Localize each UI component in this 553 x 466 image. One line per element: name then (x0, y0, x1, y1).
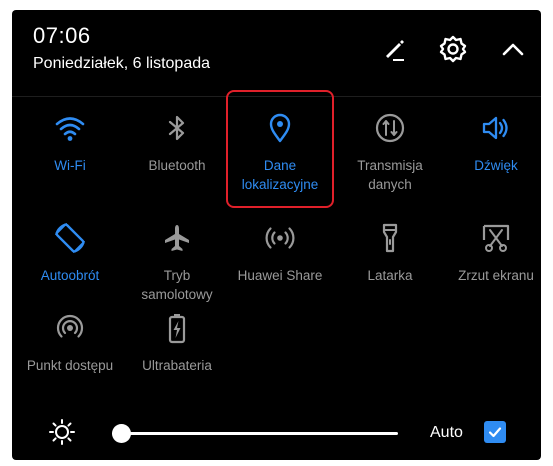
tile-airplane[interactable]: Tryb samolotowy (127, 220, 227, 304)
tile-ultra-battery-label: Ultrabateria (142, 358, 212, 373)
auto-brightness-label: Auto (430, 424, 463, 441)
date-text: Poniedziałek, 6 listopada (33, 55, 211, 72)
tile-mobile-data[interactable]: Transmisja danych (340, 110, 440, 194)
tile-airplane-label: Tryb samolotowy (141, 268, 213, 302)
wifi-icon (20, 110, 120, 146)
tile-autorotate-label: Autoobrót (40, 268, 100, 283)
clock-time: 07:06 (33, 23, 91, 48)
mobile-data-icon (340, 110, 440, 146)
screenshot-scissors-icon (446, 220, 541, 256)
edit-icon[interactable] (377, 32, 411, 66)
settings-gear-icon[interactable] (436, 32, 470, 66)
tile-bluetooth-label: Bluetooth (148, 158, 206, 173)
flashlight-icon (340, 220, 440, 256)
brightness-slider-track[interactable] (112, 424, 398, 443)
huawei-share-icon (230, 220, 330, 256)
quick-settings-panel: 07:06 Poniedziałek, 6 listopada Wi-Fi Bl… (12, 10, 541, 460)
tile-wifi-label: Wi-Fi (54, 158, 86, 173)
tile-autorotate[interactable]: Autoobrót (20, 220, 120, 285)
tile-bluetooth[interactable]: Bluetooth (127, 110, 227, 175)
brightness-slider-knob[interactable] (112, 424, 131, 443)
auto-rotate-icon (20, 220, 120, 256)
tile-hotspot[interactable]: Punkt dostępu (20, 310, 120, 375)
tile-hotspot-label: Punkt dostępu (26, 358, 114, 373)
hotspot-icon (20, 310, 120, 346)
tile-screenshot[interactable]: Zrzut ekranu (446, 220, 541, 285)
speaker-icon (446, 110, 541, 146)
tile-wifi[interactable]: Wi-Fi (20, 110, 120, 175)
ultra-battery-icon (127, 310, 227, 346)
auto-brightness-checkbox[interactable] (484, 421, 506, 443)
tile-mobile-data-label: Transmisja danych (357, 158, 423, 192)
location-tile-highlight-box (226, 90, 334, 208)
tile-huawei-share[interactable]: Huawei Share (230, 220, 330, 285)
tile-flashlight-label: Latarka (367, 268, 413, 283)
tile-huawei-share-label: Huawei Share (237, 268, 323, 283)
airplane-icon (127, 220, 227, 256)
tile-sound-label: Dźwięk (474, 158, 518, 173)
tile-flashlight[interactable]: Latarka (340, 220, 440, 285)
tile-sound[interactable]: Dźwięk (446, 110, 541, 175)
collapse-chevron-up-icon[interactable] (496, 32, 530, 66)
tile-ultra-battery[interactable]: Ultrabateria (127, 310, 227, 375)
checkmark-icon (488, 427, 502, 438)
brightness-sun-icon (48, 418, 76, 446)
tile-screenshot-label: Zrzut ekranu (458, 268, 534, 283)
bluetooth-icon (127, 110, 227, 146)
